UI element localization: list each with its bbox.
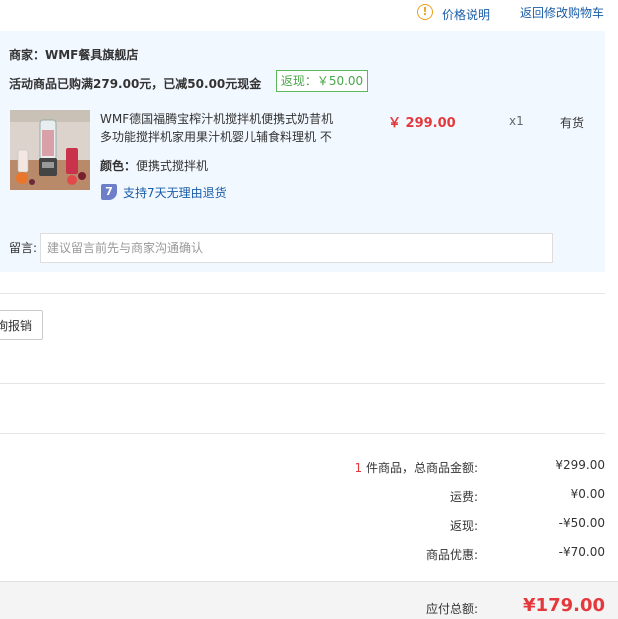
price-info-link[interactable]: 价格说明 [442, 6, 490, 23]
product-title[interactable]: WMF德国福腾宝榨汁机搅拌机便携式奶昔机多功能搅拌机家用果汁机婴儿辅食料理机 不 [100, 110, 338, 146]
quantity: x1 [509, 114, 524, 128]
invoice-reimburse-button[interactable]: 询报销 [0, 310, 43, 340]
note-label: 留言: [9, 241, 38, 255]
color-label: 颜色： [100, 159, 137, 173]
blender-product-image [10, 110, 90, 190]
product-color: 颜色：便携式搅拌机 [100, 157, 208, 174]
discount-value: -¥70.00 [558, 545, 605, 559]
subtotal-value: ¥299.00 [555, 458, 605, 472]
discount-label: 商品优惠: [425, 548, 478, 562]
shipping-label: 运费: [449, 490, 478, 504]
unit-price: ￥ 299.00 [388, 116, 456, 131]
divider [0, 293, 605, 294]
rebate-tag: 返现：￥50.00 [276, 70, 368, 92]
info-icon[interactable]: ! [417, 4, 433, 20]
item-count: 1 [354, 461, 363, 475]
product-thumbnail[interactable] [10, 110, 90, 190]
rebate-label: 返现: [449, 519, 478, 533]
merchant-name: 商家：WMF餐具旗舰店 [9, 48, 139, 62]
stock-status: 有货 [560, 116, 585, 130]
back-to-cart-link[interactable]: 返回修改购物车 [520, 4, 604, 21]
shipping-value: ¥0.00 [570, 487, 605, 501]
divider [0, 383, 605, 384]
subtotal-label: 1 件商品，总商品金额: [355, 459, 479, 476]
return-policy-icon: 7 [101, 184, 117, 200]
total-label: 应付总额: [425, 602, 478, 616]
note-input[interactable] [40, 233, 553, 263]
color-value: 便携式搅拌机 [136, 159, 209, 173]
total-value: ¥179.00 [523, 595, 605, 616]
promotion-text: 活动商品已购满279.00元，已减50.00元现金 [9, 77, 262, 91]
return-policy-text[interactable]: 支持7天无理由退货 [123, 184, 227, 201]
item-count-suffix: 件商品，总商品金额: [362, 461, 478, 475]
divider [0, 433, 605, 434]
rebate-value: -¥50.00 [558, 516, 605, 530]
